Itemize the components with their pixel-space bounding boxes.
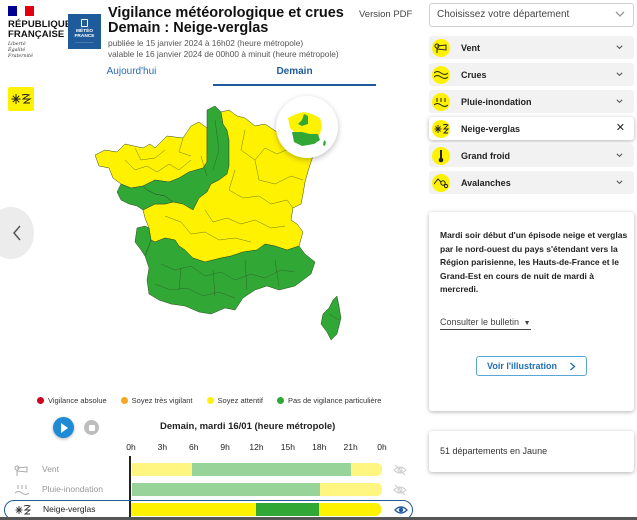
timeline-hour-label: 15h (280, 442, 295, 452)
wind-icon (432, 38, 450, 57)
chevron-down-icon (616, 153, 623, 158)
timeline-hour-label: 0h (126, 442, 136, 452)
rain-flood-icon (14, 485, 30, 495)
timeline-date-label: Demain, mardi 16/01 (heure métropole) (160, 421, 336, 432)
corsica[interactable] (320, 295, 342, 341)
timeline-segment-green (256, 503, 319, 516)
timeline-hour-label: 12h (249, 442, 264, 452)
republic-name: RÉPUBLIQUE FRANÇAISE (8, 19, 72, 40)
close-icon[interactable]: ✕ (616, 121, 625, 134)
legend: Vigilance absolue Soyez très vigilant So… (37, 396, 381, 405)
legend-dot (206, 397, 214, 404)
rain-flood-icon (432, 92, 450, 111)
timeline-hour-label: 0h (377, 442, 387, 452)
caret-down-icon: ▼ (523, 320, 531, 327)
stop-button[interactable] (84, 420, 99, 435)
legend-dot (120, 397, 128, 404)
french-flag-icon (8, 6, 35, 16)
legend-item: Soyez très vigilant (120, 396, 193, 405)
snow-ice-icon (15, 505, 31, 515)
phenomenon-grand-froid[interactable]: Grand froid (429, 144, 634, 167)
pdf-version-link[interactable]: Version PDF (359, 9, 412, 20)
chevron-right-icon (570, 362, 576, 370)
timeline-segment-yellow (350, 463, 382, 476)
chevron-down-icon (616, 99, 623, 104)
legend-dot (37, 397, 44, 404)
timeline-segment-yellow (131, 503, 256, 516)
mini-map-graphic (288, 112, 326, 146)
timeline-bar (132, 483, 382, 496)
phenomenon-crues[interactable]: Crues (429, 63, 634, 86)
timeline-row-pluie-inondation[interactable]: Pluie-inondation (0, 481, 420, 499)
forecast-text: Mardi soir début d'un épisode neige et v… (440, 230, 628, 294)
forecast-info-card: Mardi soir début d'un épisode neige et v… (429, 212, 634, 411)
legend-item: Vigilance absolue (37, 396, 107, 405)
timeline-segment-green (192, 463, 351, 476)
bulletin-dropdown[interactable]: Consulter le bulletin ▼ (440, 317, 531, 330)
chevron-down-icon (616, 180, 623, 185)
snow-ice-icon (432, 119, 450, 138)
legend-item: Pas de vigilance particulière (276, 396, 381, 405)
play-button[interactable] (53, 417, 74, 438)
department-count-text: 51 départements en Jaune (440, 446, 548, 456)
phenomenon-pluie-inondation[interactable]: Pluie-inondation (429, 90, 634, 113)
phenomena-list: Vent Crues Pluie-inondation Neige-vergla… (429, 36, 634, 198)
overview-mini-map[interactable] (276, 96, 338, 158)
page-title: Vigilance météorologique et crues Demain… (108, 5, 344, 36)
tab-tomorrow[interactable]: Demain (213, 62, 376, 86)
republic-motto: Liberté Égalité Fraternité (8, 42, 33, 59)
legend-item: Soyez attentif (206, 396, 263, 405)
eye-off-icon[interactable] (393, 483, 407, 497)
timeline-hour-label: 18h (312, 442, 327, 452)
timeline-segment-green (132, 483, 320, 496)
timeline-hour-label: 3h (157, 442, 168, 452)
chevron-left-icon (13, 225, 21, 241)
tab-today[interactable]: Aujourd'hui (50, 62, 213, 86)
department-select[interactable]: Choisissez votre département (429, 3, 634, 27)
republique-francaise-logo: RÉPUBLIQUE FRANÇAISE Liberté Égalité Fra… (8, 6, 72, 60)
timeline-bar (131, 503, 381, 516)
wind-icon (14, 465, 28, 476)
flood-icon (432, 65, 450, 84)
avalanche-icon (432, 173, 450, 192)
phenomenon-neige-verglas[interactable]: Neige-verglas ✕ (429, 117, 634, 140)
timeline-hour-label: 6h (189, 442, 199, 452)
snow-ice-icon (8, 87, 34, 111)
published-date: publiée le 15 janvier 2024 à 16h02 (heur… (108, 38, 304, 48)
timeline-hour-label: 21h (343, 442, 358, 452)
previous-button[interactable] (0, 207, 34, 259)
page-header: Vigilance météorologique et crues Demain… (108, 6, 344, 60)
phenomenon-vent[interactable]: Vent (429, 36, 634, 59)
meteo-france-logo: MÉTÉO FRANCE ——————— (68, 14, 101, 49)
eye-icon[interactable] (394, 503, 408, 517)
timeline-bar (132, 463, 382, 476)
phenomenon-avalanches[interactable]: Avalanches (429, 171, 634, 194)
chevron-down-icon (616, 72, 623, 77)
eye-off-icon[interactable] (393, 463, 407, 477)
view-illustration-button[interactable]: Voir l'illustration (476, 356, 587, 376)
legend-dot (276, 397, 284, 404)
chevron-down-icon (616, 45, 623, 50)
thermometer-icon (432, 146, 450, 165)
chevron-down-icon (615, 11, 625, 17)
timeline-hours: 0h 3h 6h 9h 12h 15h 18h 21h 0h (0, 442, 420, 454)
timeline-row-vent[interactable]: Vent (0, 461, 420, 479)
day-tabs: Aujourd'hui Demain (50, 62, 376, 86)
timeline-segment-yellow (318, 503, 381, 516)
timeline-segment-yellow (319, 483, 382, 496)
validity-date: valable le 16 janvier 2024 de 00h00 à mi… (108, 49, 339, 59)
timeline-hour-label: 9h (220, 442, 230, 452)
department-count-card: 51 départements en Jaune (429, 431, 634, 472)
timeline-segment-yellow (132, 463, 193, 476)
